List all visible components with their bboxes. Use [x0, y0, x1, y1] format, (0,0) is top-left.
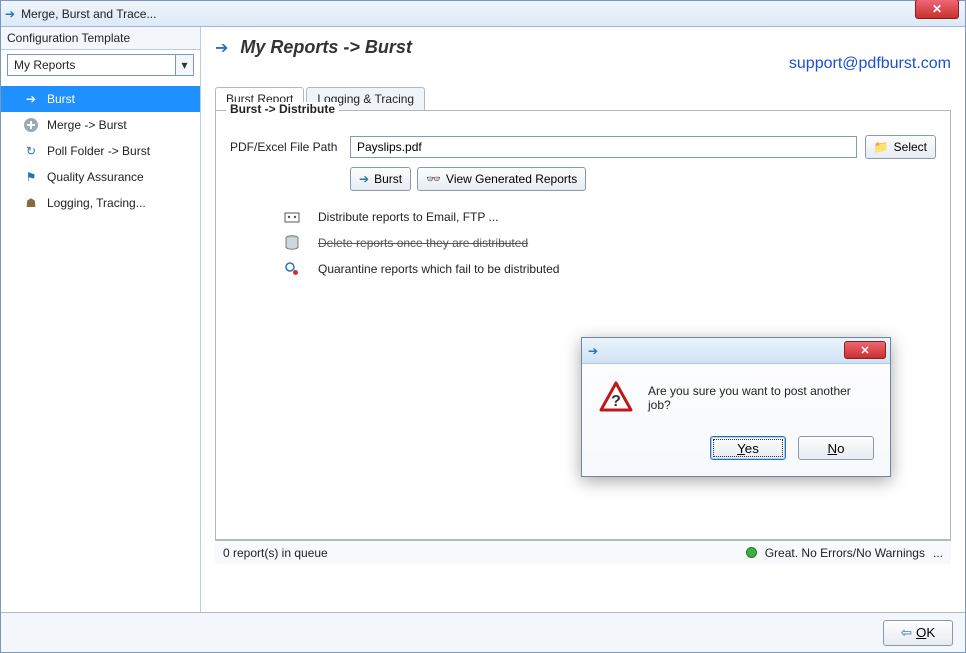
dialog-titlebar: ➔ ✕: [582, 338, 890, 364]
template-select-value: My Reports: [8, 55, 175, 75]
nav-item-label: Poll Folder -> Burst: [47, 144, 150, 158]
breadcrumb-text: My Reports -> Burst: [240, 37, 412, 58]
refresh-icon: ↻: [23, 143, 39, 159]
template-select[interactable]: My Reports ▾: [7, 54, 194, 76]
warning-icon: ?: [598, 380, 634, 416]
status-ellipsis[interactable]: ...: [933, 546, 943, 560]
config-template-label: Configuration Template: [1, 27, 200, 50]
window-title: Merge, Burst and Trace...: [21, 7, 961, 21]
title-arrow-icon: ➔: [5, 7, 15, 21]
binoculars-icon: 👓: [426, 172, 441, 186]
plus-circle-icon: [23, 117, 39, 133]
dialog-footer: ⇦ OK: [1, 612, 965, 652]
confirm-dialog: ➔ ✕ ? Are you sure you want to post anot…: [581, 337, 891, 477]
arrow-right-icon: ➔: [23, 91, 39, 107]
file-path-label: PDF/Excel File Path: [230, 140, 342, 154]
group-legend: Burst -> Distribute: [226, 102, 339, 116]
nav-item-burst[interactable]: ➔ Burst: [1, 86, 200, 112]
ok-button-label-first: O: [916, 625, 926, 640]
info-delete-text: Delete reports once they are distributed: [318, 236, 528, 250]
nav-item-label: Quality Assurance: [47, 170, 144, 184]
info-row-distribute: Distribute reports to Email, FTP ...: [284, 209, 936, 225]
ok-button-label-rest: K: [926, 625, 935, 640]
window-titlebar: ➔ Merge, Burst and Trace... ✕: [1, 1, 965, 27]
select-button-label: Select: [894, 140, 927, 154]
burst-button-label: Burst: [374, 172, 402, 186]
ok-button[interactable]: ⇦ OK: [883, 620, 953, 646]
queue-status-text: 0 report(s) in queue: [223, 546, 328, 560]
dialog-message: Are you sure you want to post another jo…: [648, 380, 874, 412]
log-icon: ☗: [23, 195, 39, 211]
flag-icon: ⚑: [23, 169, 39, 185]
distribute-icon: [284, 209, 300, 225]
file-path-input[interactable]: [350, 136, 857, 158]
nav-item-label: Merge -> Burst: [47, 118, 127, 132]
folder-icon: 📁: [874, 140, 889, 154]
info-row-quarantine: Quarantine reports which fail to be dist…: [284, 261, 936, 277]
sidebar: Configuration Template My Reports ▾ ➔ Bu…: [1, 27, 201, 612]
arrow-left-icon: ⇦: [901, 625, 912, 641]
nav-item-quality-assurance[interactable]: ⚑ Quality Assurance: [1, 164, 200, 190]
dialog-close-button[interactable]: ✕: [844, 341, 886, 359]
svg-text:?: ?: [611, 393, 621, 410]
info-quarantine-text: Quarantine reports which fail to be dist…: [318, 262, 559, 276]
arrow-right-icon: ➔: [359, 172, 369, 186]
support-link[interactable]: support@pdfburst.com: [789, 55, 951, 73]
info-row-delete: Delete reports once they are distributed: [284, 235, 936, 251]
select-file-button[interactable]: 📁 Select: [865, 135, 936, 159]
database-icon: [284, 235, 300, 251]
breadcrumb-arrow-icon: ➔: [215, 38, 228, 58]
nav-item-logging-tracing[interactable]: ☗ Logging, Tracing...: [1, 190, 200, 216]
info-distribute-text: Distribute reports to Email, FTP ...: [318, 210, 499, 224]
dialog-yes-button[interactable]: Yes: [710, 436, 786, 460]
quarantine-icon: [284, 261, 300, 277]
dialog-arrow-icon: ➔: [588, 344, 598, 358]
close-icon: ✕: [932, 2, 942, 16]
nav-item-poll-folder[interactable]: ↻ Poll Folder -> Burst: [1, 138, 200, 164]
main-panel: ➔ My Reports -> Burst support@pdfburst.c…: [201, 27, 965, 612]
nav-list: ➔ Burst Merge -> Burst ↻ Poll Folder -> …: [1, 86, 200, 216]
close-icon: ✕: [860, 344, 869, 357]
dialog-no-button[interactable]: No: [798, 436, 874, 460]
chevron-down-icon[interactable]: ▾: [175, 55, 193, 75]
status-dot-icon: [746, 547, 757, 558]
nav-item-label: Burst: [47, 92, 75, 106]
nav-item-merge-burst[interactable]: Merge -> Burst: [1, 112, 200, 138]
window-close-button[interactable]: ✕: [915, 0, 959, 19]
status-bar: 0 report(s) in queue Great. No Errors/No…: [215, 540, 951, 564]
burst-button[interactable]: ➔ Burst: [350, 167, 411, 191]
nav-item-label: Logging, Tracing...: [47, 196, 146, 210]
view-reports-button[interactable]: 👓 View Generated Reports: [417, 167, 586, 191]
view-reports-label: View Generated Reports: [446, 172, 577, 186]
health-status-text: Great. No Errors/No Warnings: [765, 546, 925, 560]
